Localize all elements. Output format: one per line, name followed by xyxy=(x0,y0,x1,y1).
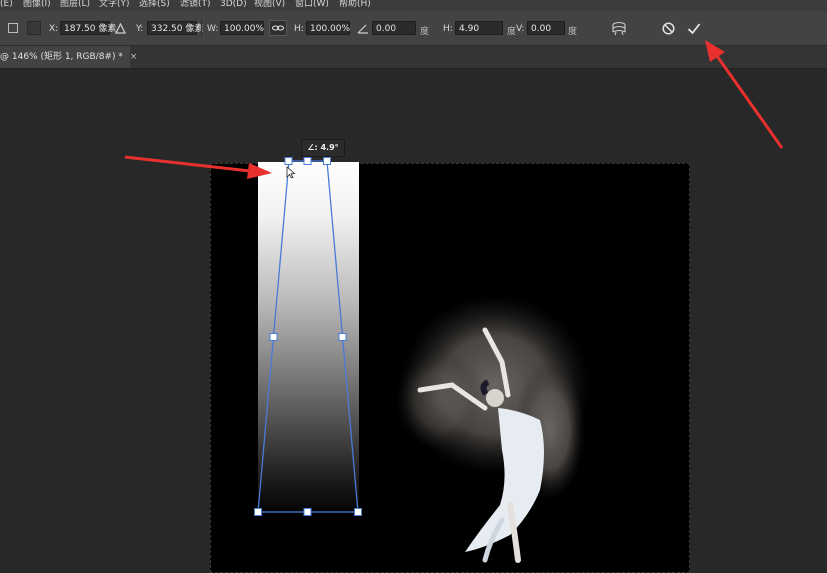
reference-point-toggle[interactable] xyxy=(27,21,41,35)
skew-angle-tooltip: ∠: 4.9° xyxy=(301,139,345,157)
w-label: W: xyxy=(207,24,219,34)
document-tab-close-icon[interactable]: × xyxy=(130,52,138,62)
x-label: X: xyxy=(49,24,59,34)
v-skew-field[interactable]: 0.00 xyxy=(527,21,565,35)
menu-bar: (E) 图像(I) 图层(L) 文字(Y) 选择(S) 滤镜(T) 3D(D) … xyxy=(0,0,827,11)
warp-icon[interactable] xyxy=(611,20,627,36)
menu-window[interactable]: 窗口(W) xyxy=(295,0,329,10)
document-tab[interactable]: @ 146% (矩形 1, RGB/8#) * × xyxy=(0,46,137,68)
menu-3d[interactable]: 3D(D) xyxy=(220,0,247,10)
h-skew-unit: 度 xyxy=(507,27,517,37)
height-field[interactable]: 100.00% xyxy=(306,21,350,35)
cancel-icon[interactable] xyxy=(662,22,675,35)
menu-image[interactable]: 图像(I) xyxy=(23,0,51,10)
x-field[interactable]: 187.50 像素 xyxy=(60,21,116,35)
v-skew-label: V: xyxy=(516,24,525,34)
rotation-unit: 度 xyxy=(420,27,430,37)
menu-filter[interactable]: 滤镜(T) xyxy=(180,0,211,10)
link-icon[interactable] xyxy=(269,20,287,36)
document-tab-bar: @ 146% (矩形 1, RGB/8#) * × xyxy=(0,46,827,69)
angle-icon xyxy=(357,24,368,34)
checkmark-icon[interactable] xyxy=(687,22,701,35)
menu-type[interactable]: 文字(Y) xyxy=(99,0,130,10)
menu-layer[interactable]: 图层(L) xyxy=(60,0,90,10)
v-skew-unit: 度 xyxy=(568,27,578,37)
menu-edit[interactable]: (E) xyxy=(0,0,13,10)
y-label: Y: xyxy=(136,24,144,34)
menu-view[interactable]: 视图(V) xyxy=(254,0,285,10)
h-skew-field[interactable]: 4.90 xyxy=(455,21,503,35)
reference-point-icon[interactable] xyxy=(8,23,18,33)
y-field[interactable]: 332.50 像素 xyxy=(147,21,203,35)
options-bar: X: 187.50 像素 Y: 332.50 像素 W: 100.00% H: … xyxy=(0,11,827,46)
rotation-field[interactable]: 0.00 xyxy=(372,21,416,35)
gradient-rectangle-layer[interactable] xyxy=(258,162,359,518)
width-field[interactable]: 100.00% xyxy=(220,21,264,35)
h-label: H: xyxy=(294,24,304,34)
delta-icon[interactable] xyxy=(115,23,126,34)
menu-select[interactable]: 选择(S) xyxy=(139,0,170,10)
dancer-photo xyxy=(395,295,590,563)
menu-help[interactable]: 帮助(H) xyxy=(339,0,371,10)
document-tab-title: @ 146% (矩形 1, RGB/8#) * xyxy=(0,52,123,62)
h-skew-label: H: xyxy=(443,24,453,34)
separator xyxy=(201,19,202,37)
